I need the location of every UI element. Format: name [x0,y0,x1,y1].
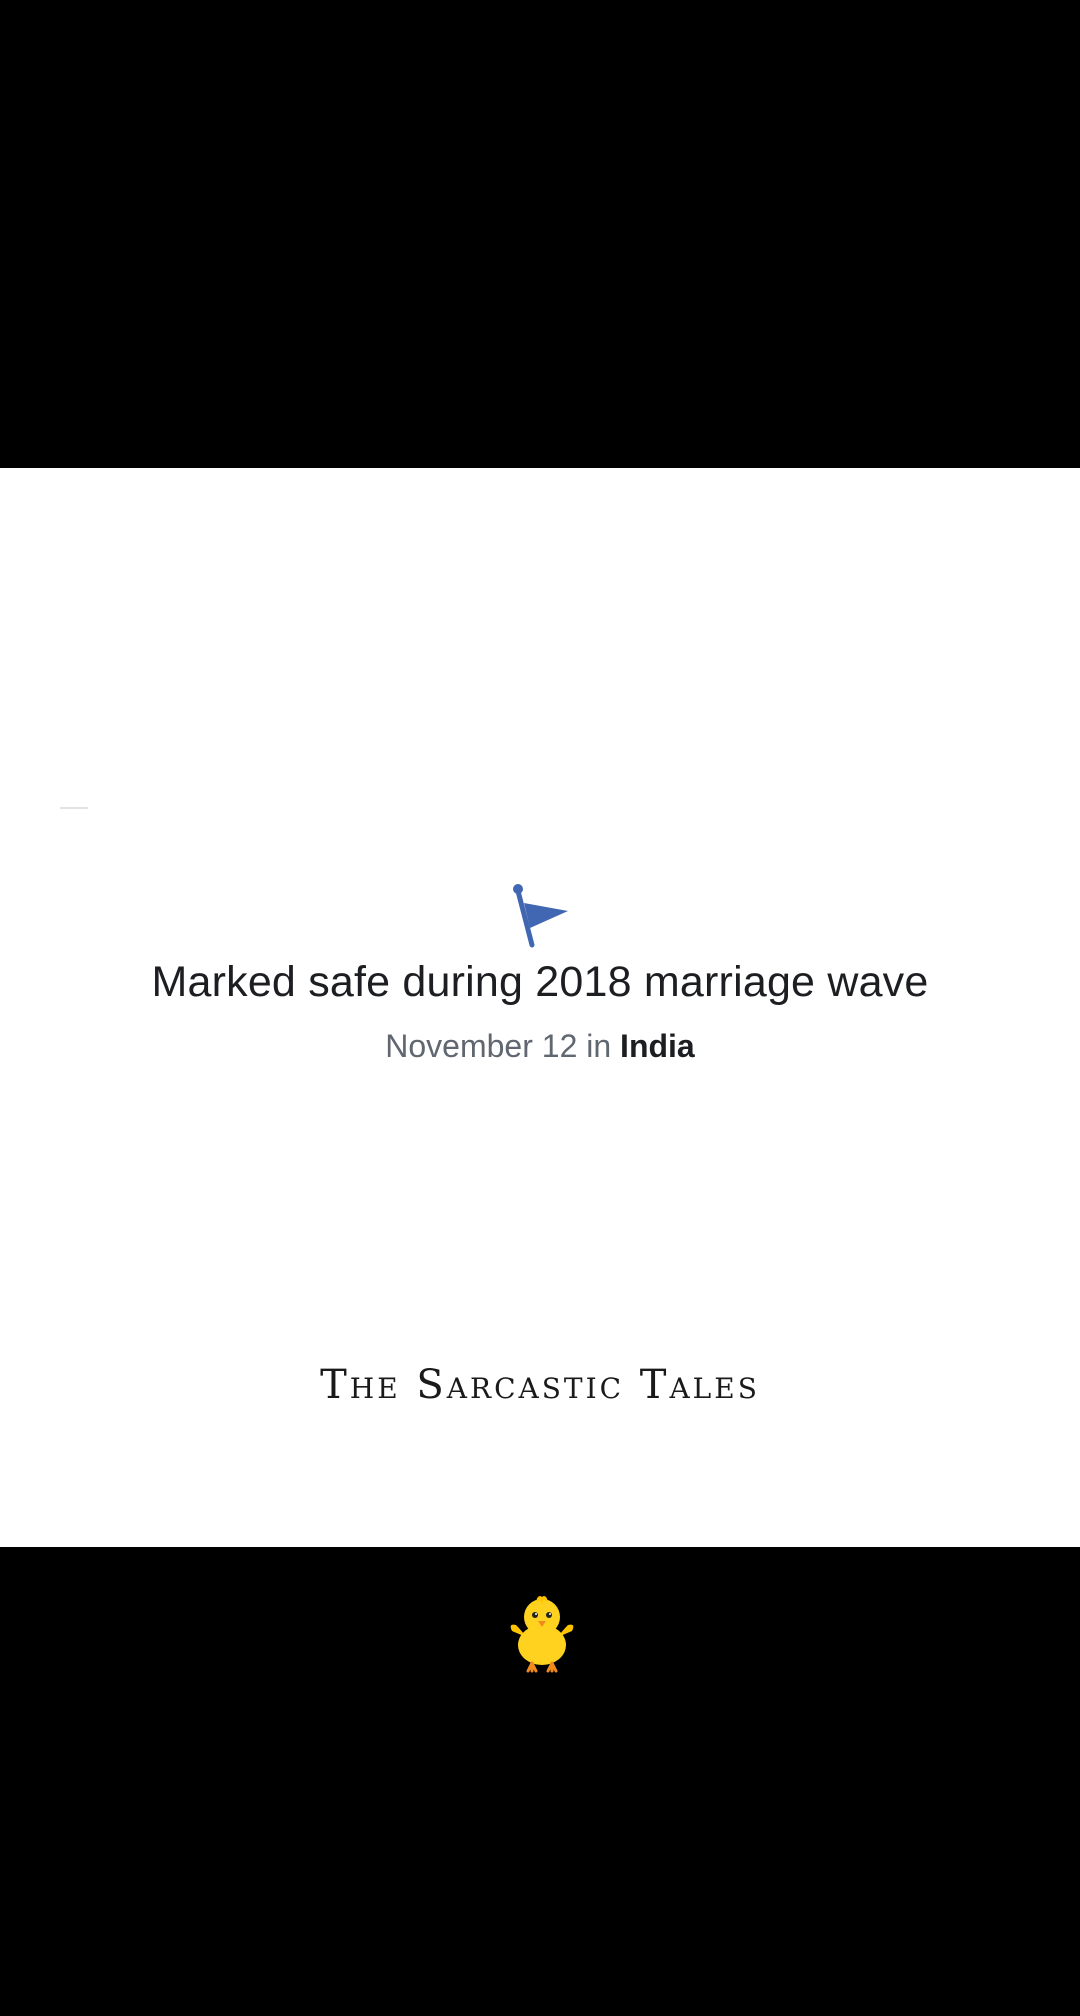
post-connector: in [586,1028,612,1064]
post-meta: November 12 in India [0,1028,1080,1065]
post-location[interactable]: India [620,1028,695,1064]
post-card: Marked safe during 2018 marriage wave No… [0,468,1080,1547]
divider [60,807,88,809]
top-black-band [0,0,1080,468]
post-date: November 12 [385,1028,578,1064]
watermark-text: The Sarcastic Tales [320,1362,760,1408]
post-headline: Marked safe during 2018 marriage wave [151,958,929,1006]
bottom-black-band [0,1547,1080,2016]
chick-icon [510,1596,574,1673]
flag-icon [513,884,568,948]
